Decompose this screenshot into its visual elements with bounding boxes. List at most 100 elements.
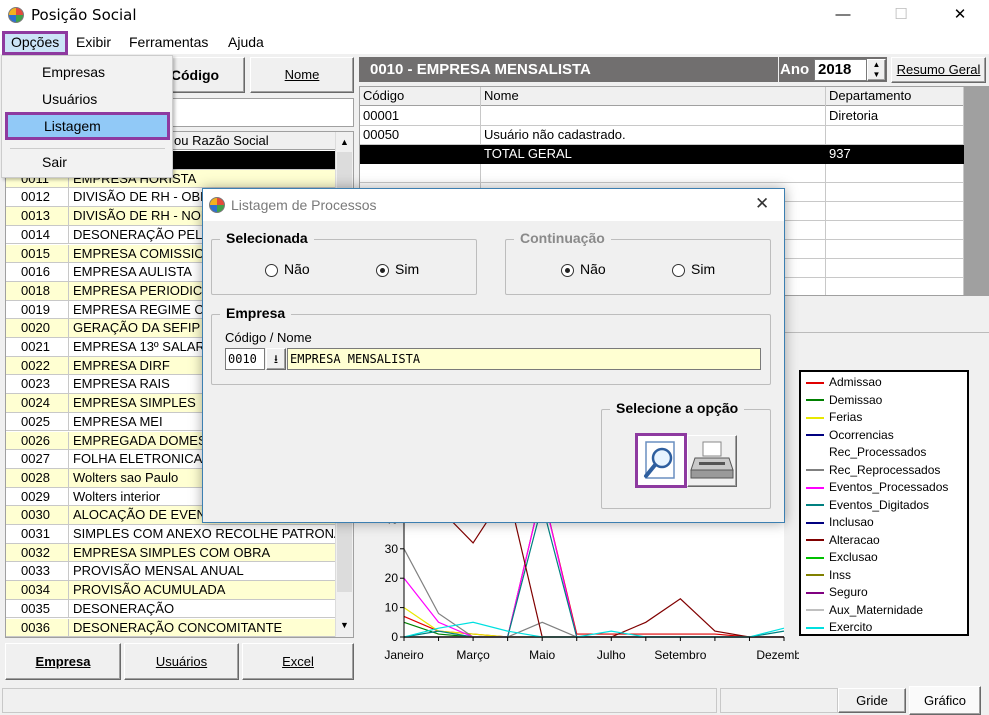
row-name: DESONERAÇÃO CONCOMITANTE (73, 619, 283, 635)
table-row[interactable]: TOTAL GERAL 937 (360, 145, 964, 164)
tab-grafico[interactable]: Gráfico (909, 686, 981, 715)
empresa-button[interactable]: Empresa (5, 643, 121, 680)
tab-gride[interactable]: Gride (838, 688, 906, 713)
legend-label: Eventos_Processados (829, 480, 949, 494)
selecionada-sim-radio[interactable] (376, 264, 389, 277)
row-code: 0029 (6, 487, 69, 506)
table-row[interactable]: 00050 Usuário não cadastrado. (360, 126, 964, 145)
row-code: 0018 (6, 281, 69, 300)
legend-label: Admissao (829, 375, 882, 389)
dd-item-sair[interactable]: Sair (2, 149, 172, 175)
row-code: 0031 (6, 525, 69, 543)
print-button[interactable] (687, 435, 737, 487)
menu-exibir[interactable]: Exibir (70, 33, 117, 53)
grid-empty-area (964, 87, 988, 295)
legend-swatch (806, 504, 824, 507)
dialog-close-icon[interactable]: ✕ (755, 194, 769, 214)
opcao-group: Selecione a opção (601, 400, 771, 509)
col-header-nome: Nome (484, 88, 519, 103)
legend-swatch (806, 556, 824, 559)
row-code: 0035 (6, 599, 69, 618)
continuacao-label: Continuação (514, 230, 611, 246)
legend-entry: Eventos_Processados (806, 479, 948, 497)
legend-swatch (806, 469, 824, 472)
row-code: 0032 (6, 543, 69, 562)
empresa-code-input[interactable]: 0010 (225, 348, 265, 370)
row-code: 0028 (6, 468, 69, 487)
table-row[interactable]: 0032 EMPRESA SIMPLES COM OBRA (6, 543, 335, 563)
col-header-departamento: Departamento (829, 88, 912, 103)
row-name: EMPRESA SIMPLES COM OBRA (73, 544, 271, 560)
legend-entry: Inss (806, 567, 851, 585)
continuacao-nao-label: Não (580, 261, 606, 277)
row-name: PROVISÃO ACUMULADA (73, 582, 226, 598)
legend-label: Ocorrencias (829, 427, 894, 442)
resumo-geral-button[interactable]: Resumo Geral (891, 57, 986, 83)
empresa-name-input[interactable]: EMPRESA MENSALISTA (287, 348, 761, 370)
legend-swatch (806, 591, 824, 594)
row-name: PROVISÃO MENSAL ANUAL (73, 563, 244, 579)
empresa-header: 0010 - EMPRESA MENSALISTA (359, 57, 778, 82)
legend-label: Inclusao (829, 515, 874, 529)
legend-entry: Rec_Reprocessados (806, 462, 940, 480)
listagem-dialog: Listagem de Processos ✕ Selecionada Não … (202, 188, 785, 523)
scroll-down-icon[interactable]: ▼ (340, 620, 349, 630)
dialog-logo-icon (209, 197, 225, 213)
legend-swatch (806, 434, 824, 437)
legend-label: Exercito (829, 620, 873, 634)
table-row[interactable]: 0031 SIMPLES COM ANEXO RECOLHE PATRONA (6, 525, 335, 544)
ano-input[interactable]: 2018 (814, 59, 867, 81)
minimize-button[interactable]: — (820, 0, 866, 31)
empresa-lookup-icon[interactable]: ⭳ (266, 348, 286, 370)
scroll-up-icon[interactable]: ▲ (340, 137, 349, 147)
table-row[interactable]: 00001 Diretoria (360, 107, 964, 126)
row-code: 0030 (6, 506, 69, 524)
legend-entry: Rec_Processados (806, 444, 926, 462)
dd-item-usuarios[interactable]: Usuários (2, 86, 172, 112)
cell-code: 00050 (363, 127, 400, 142)
excel-button[interactable]: Excel (242, 643, 354, 680)
usuarios-button[interactable]: Usuários (124, 643, 239, 680)
row-name: SIMPLES COM ANEXO RECOLHE PATRONA (73, 526, 335, 541)
close-button[interactable]: ✕ (937, 0, 983, 31)
cell-name: Usuário não cadastrado. (484, 127, 626, 142)
legend-swatch (806, 626, 824, 629)
table-row[interactable]: 0034 PROVISÃO ACUMULADA (6, 581, 335, 600)
magnifier-document-icon (644, 441, 675, 479)
continuacao-nao-radio[interactable] (561, 264, 574, 277)
row-code: 0033 (6, 562, 69, 581)
legend-label: Seguro (829, 585, 868, 599)
menu-ferramentas[interactable]: Ferramentas (123, 33, 214, 53)
codigo-nome-label: Código / Nome (225, 330, 312, 345)
sort-nome-button[interactable]: Nome (250, 57, 354, 93)
dd-item-listagem[interactable]: Listagem (5, 112, 170, 140)
continuacao-sim-radio[interactable] (672, 264, 685, 277)
app-logo-icon (8, 7, 24, 23)
y-tick-label: 10 (385, 601, 399, 615)
menu-opcoes[interactable]: Opções (2, 31, 69, 55)
legend-entry: Demissao (806, 392, 882, 410)
row-code: 0027 (6, 450, 69, 468)
row-code: 0022 (6, 356, 69, 375)
table-row[interactable]: 0036 DESONERAÇÃO CONCOMITANTE (6, 618, 335, 638)
col-header-codigo: Código (363, 88, 405, 103)
col-header-razao-social: ou Razão Social (174, 133, 269, 148)
selecionada-nao-radio[interactable] (265, 264, 278, 277)
legend-swatch (806, 521, 824, 524)
ano-spinner[interactable]: ▲ ▼ (867, 59, 886, 81)
legend-entry: Ocorrencias (806, 427, 894, 445)
menu-ajuda[interactable]: Ajuda (222, 33, 270, 53)
cell-code: 00001 (363, 108, 400, 123)
table-row[interactable]: 0035 DESONERAÇÃO (6, 599, 335, 619)
legend-swatch (806, 609, 824, 612)
maximize-button[interactable]: ☐ (878, 0, 924, 31)
row-code: 0016 (6, 263, 69, 281)
opcoes-dropdown: Empresas Usuários Listagem Sair (1, 55, 173, 178)
legend-entry: Eventos_Digitados (806, 497, 929, 515)
dd-item-empresas[interactable]: Empresas (2, 59, 172, 85)
row-code: 0019 (6, 300, 69, 319)
legend-entry: Exclusao (806, 549, 878, 567)
row-code: 0034 (6, 581, 69, 599)
preview-button[interactable] (635, 433, 687, 488)
table-row[interactable]: 0033 PROVISÃO MENSAL ANUAL (6, 562, 335, 582)
